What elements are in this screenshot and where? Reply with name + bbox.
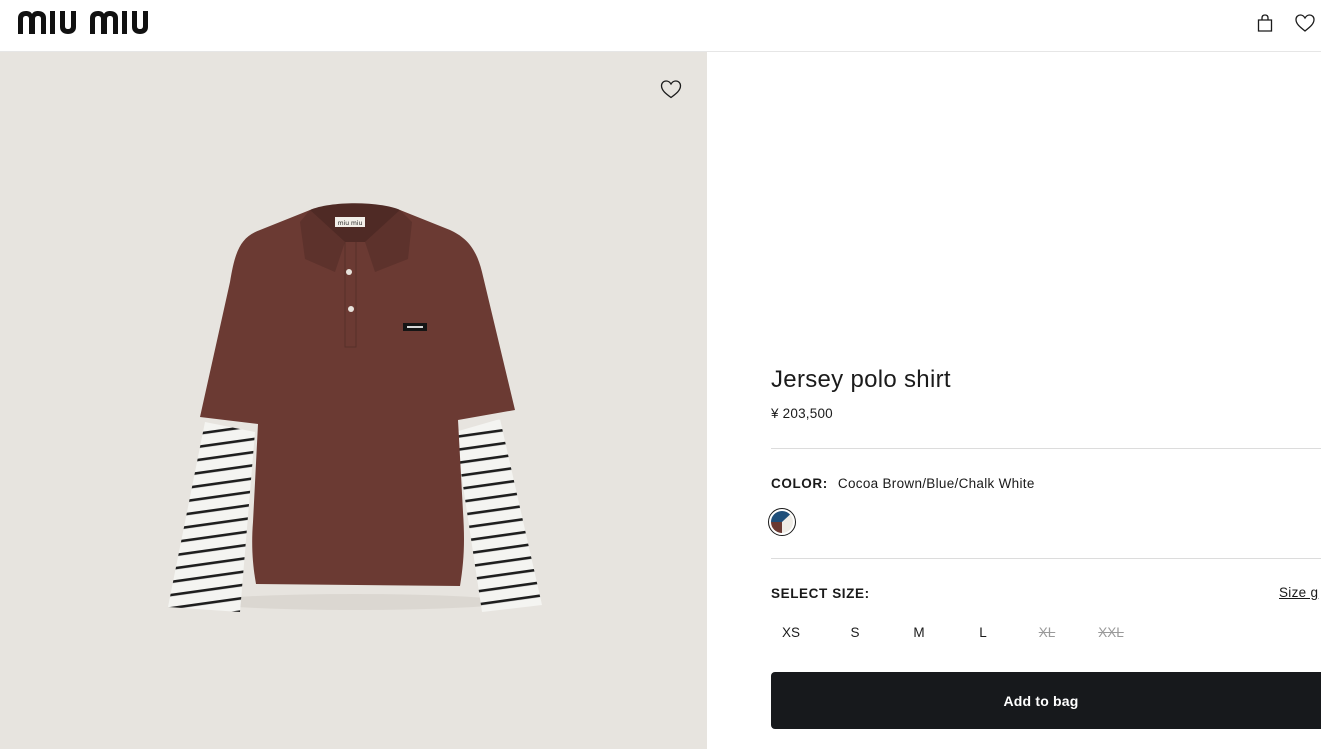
- product-image-gallery[interactable]: miu miu: [0, 52, 707, 749]
- size-option-l[interactable]: L: [963, 618, 1003, 648]
- divider: [771, 558, 1321, 559]
- svg-text:miu miu: miu miu: [338, 220, 363, 227]
- size-option-xl-unavailable[interactable]: XL: [1027, 618, 1067, 648]
- miu-miu-logo-icon: [18, 11, 148, 34]
- polo-shirt-product-image: miu miu: [168, 203, 542, 612]
- size-guide-link[interactable]: Size g: [1279, 585, 1318, 600]
- size-option-xs[interactable]: XS: [771, 618, 811, 648]
- color-row: COLOR: Cocoa Brown/Blue/Chalk White: [771, 476, 1035, 491]
- select-size-label: SELECT SIZE:: [771, 586, 870, 601]
- divider: [771, 448, 1321, 449]
- add-to-wishlist-heart-icon[interactable]: [659, 78, 683, 100]
- color-value: Cocoa Brown/Blue/Chalk White: [837, 476, 1035, 491]
- color-swatch-icon: [771, 511, 793, 533]
- color-swatch-cocoa-brown[interactable]: [768, 508, 796, 536]
- brand-logo[interactable]: [18, 10, 168, 41]
- size-option-xxl-unavailable[interactable]: XXL: [1091, 618, 1131, 648]
- color-label: COLOR:: [771, 476, 828, 491]
- product-details-panel: Jersey polo shirt ¥ 203,500 COLOR: Cocoa…: [768, 0, 1321, 749]
- size-option-m[interactable]: M: [899, 618, 939, 648]
- add-to-bag-button[interactable]: Add to bag: [771, 672, 1321, 729]
- product-title: Jersey polo shirt: [771, 366, 951, 393]
- product-price: ¥ 203,500: [771, 406, 833, 421]
- size-option-s[interactable]: S: [835, 618, 875, 648]
